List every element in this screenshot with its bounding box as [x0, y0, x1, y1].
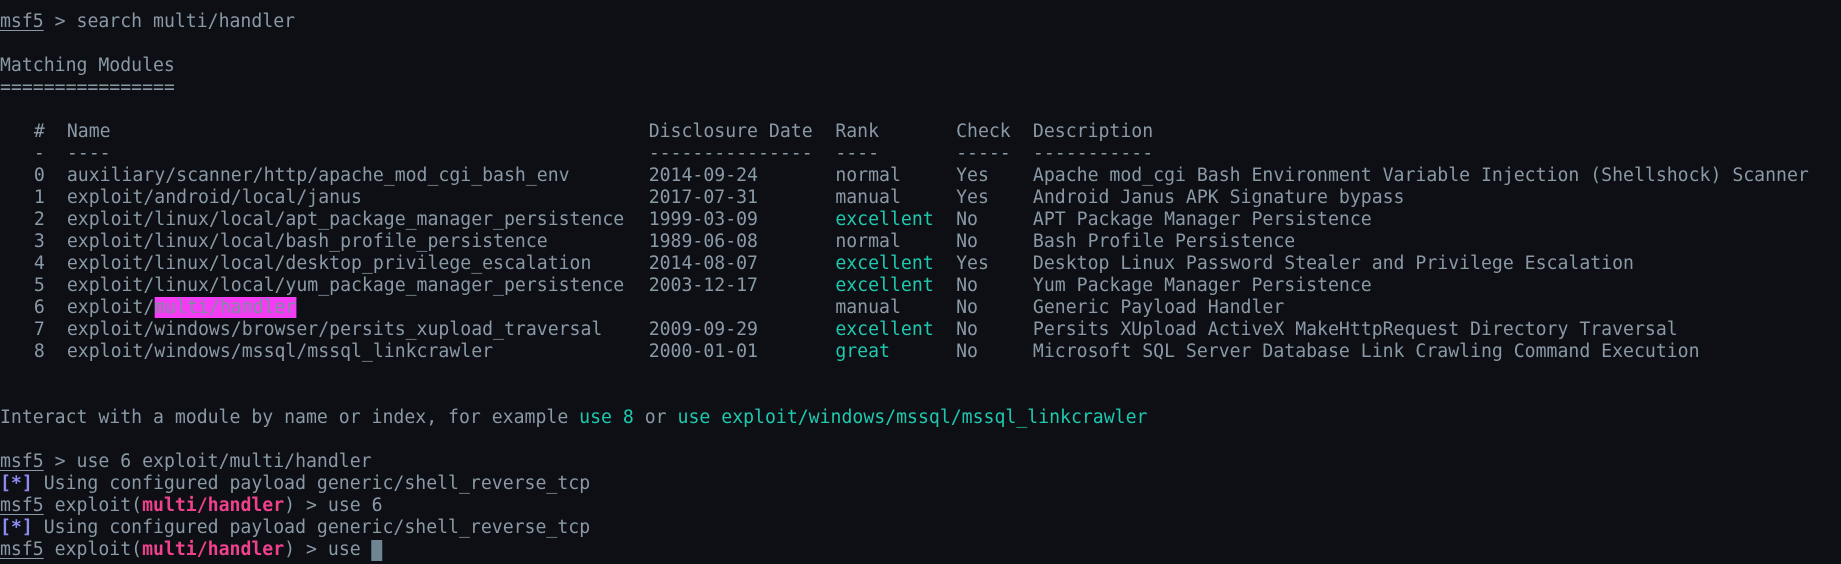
title-underline: ================ — [0, 77, 175, 98]
command-text: use 6 exploit/multi/handler — [76, 451, 372, 472]
rank: excellent — [835, 253, 934, 274]
msf-prompt: msf5 — [0, 539, 44, 560]
info-marker-icon: [*] — [0, 473, 33, 494]
module-name: exploit/linux/local/yum_package_manager_… — [66, 275, 625, 296]
rank: normal — [835, 165, 901, 186]
search-match-highlight: multi/handler — [154, 297, 297, 318]
table-row: 7 exploit/windows/browser/persits_xuploa… — [33, 319, 1678, 340]
info-marker-icon: [*] — [0, 517, 33, 538]
module-name: exploit/multi/handler — [66, 297, 297, 318]
active-module: multi/handler — [142, 539, 285, 560]
rank: excellent — [835, 209, 934, 230]
info-line: [*] Using configured payload generic/she… — [0, 473, 591, 494]
module-name: exploit/linux/local/desktop_privilege_es… — [66, 253, 592, 274]
example-command-name: use exploit/windows/mssql/mssql_linkcraw… — [677, 407, 1148, 428]
command-input[interactable]: use — [328, 539, 372, 560]
rank: manual — [835, 187, 901, 208]
prompt-line: msf5 exploit(multi/handler) > use 6 — [0, 495, 383, 516]
rank: great — [835, 341, 890, 362]
search-command-line: msf5 > search multi/handler — [0, 11, 296, 32]
table-separator: - ---- --------------- ---- ----- ------… — [33, 143, 1154, 164]
active-module: multi/handler — [142, 495, 285, 516]
command-text: use 6 — [327, 495, 383, 516]
rank: manual — [835, 297, 901, 318]
terminal-window[interactable]: msf5 > search multi/handler Matching Mod… — [0, 0, 1841, 564]
table-row: 8 exploit/windows/mssql/mssql_linkcrawle… — [33, 341, 1700, 362]
matching-modules-title: Matching Modules — [0, 55, 175, 76]
command-text: search multi/handler — [76, 11, 296, 32]
table-row: 0 auxiliary/scanner/http/apache_mod_cgi_… — [33, 165, 1809, 186]
table-row: 5 exploit/linux/local/yum_package_manage… — [33, 275, 1372, 296]
text-cursor — [371, 540, 383, 561]
table-row: 3 exploit/linux/local/bash_profile_persi… — [33, 231, 1296, 252]
msf-prompt: msf5 — [0, 451, 44, 472]
rank: excellent — [835, 319, 934, 340]
module-name: exploit/linux/local/bash_profile_persist… — [66, 231, 548, 252]
module-name: exploit/windows/browser/persits_xupload_… — [66, 319, 603, 340]
example-command-index: use 8 — [579, 407, 634, 428]
rank: excellent — [835, 275, 934, 296]
active-prompt-line[interactable]: msf5 exploit(multi/handler) > use — [0, 539, 383, 561]
msf-prompt: msf5 — [0, 495, 44, 516]
module-name: exploit/linux/local/apt_package_manager_… — [66, 209, 625, 230]
table-header: # Name Disclosure Date Rank Check Descri… — [33, 121, 1154, 142]
module-name: exploit/android/local/janus — [66, 187, 362, 208]
msf-prompt: msf5 — [0, 11, 44, 32]
rank: normal — [835, 231, 901, 252]
table-row: 2 exploit/linux/local/apt_package_manage… — [33, 209, 1372, 230]
module-name: exploit/windows/mssql/mssql_linkcrawler — [66, 341, 494, 362]
table-row: 1 exploit/android/local/janus 2017-07-31… — [33, 187, 1405, 208]
usage-hint: Interact with a module by name or index,… — [0, 407, 1148, 428]
module-name: auxiliary/scanner/http/apache_mod_cgi_ba… — [66, 165, 570, 186]
table-row-highlighted: 6 exploit/multi/handler manual No Generi… — [33, 297, 1285, 318]
info-line: [*] Using configured payload generic/she… — [0, 517, 591, 538]
table-row: 4 exploit/linux/local/desktop_privilege_… — [33, 253, 1634, 274]
prompt-line: msf5 > use 6 exploit/multi/handler — [0, 451, 372, 472]
